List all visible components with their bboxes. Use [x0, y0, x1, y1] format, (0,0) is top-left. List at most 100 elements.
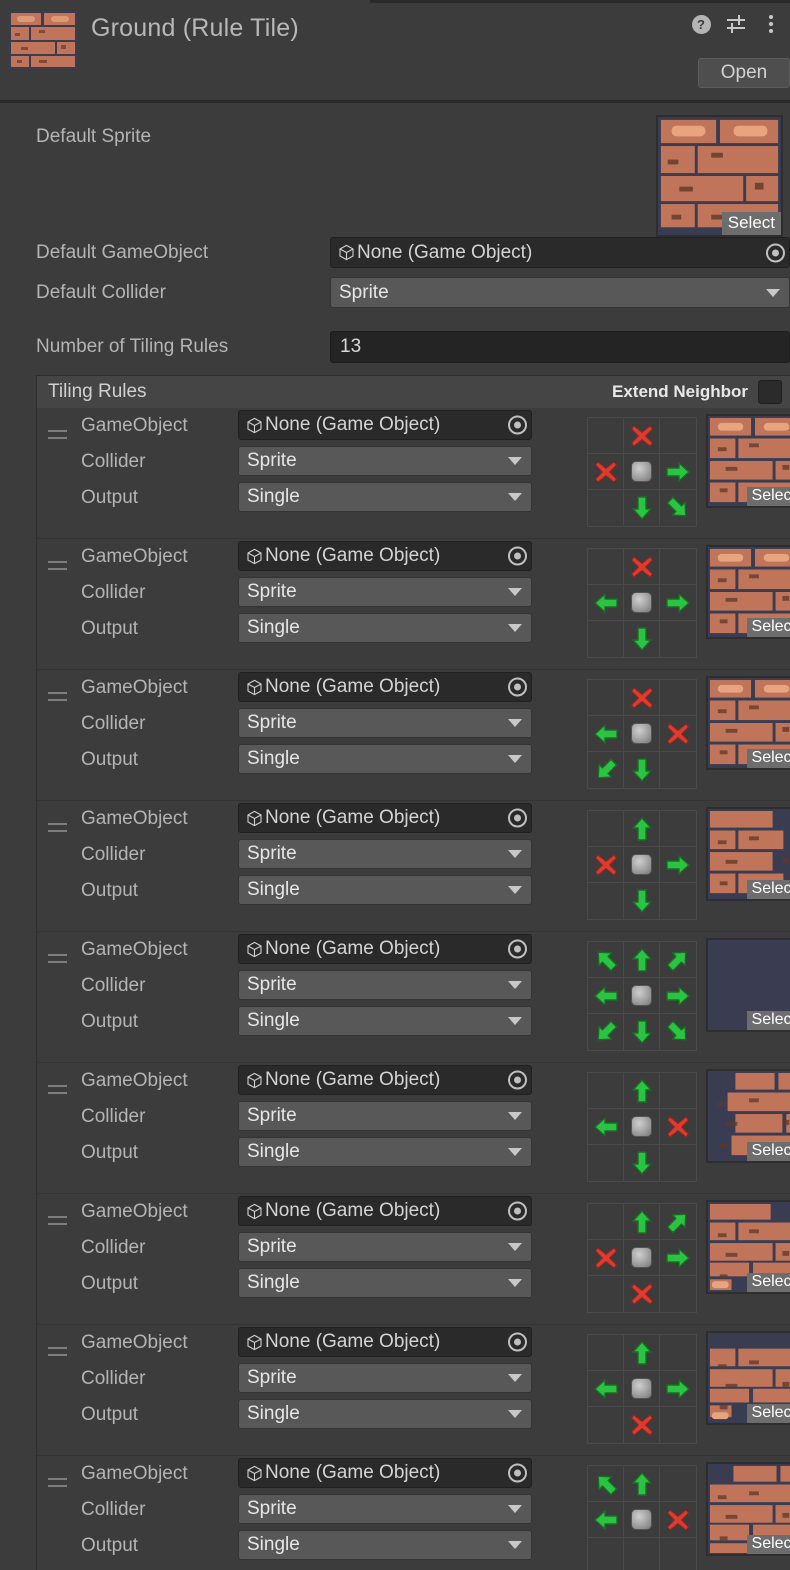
neighbor-cell-down[interactable]: [624, 883, 660, 919]
rule-output-dropdown[interactable]: Single: [238, 1006, 532, 1036]
neighbor-cell-not-this[interactable]: [660, 716, 696, 752]
neighbor-cell-down[interactable]: [624, 1145, 660, 1181]
rule-sprite-preview[interactable]: Select: [706, 807, 790, 901]
rule-collider-dropdown[interactable]: Sprite: [238, 1101, 532, 1131]
rule-collider-dropdown[interactable]: Sprite: [238, 1232, 532, 1262]
object-picker-icon[interactable]: [508, 546, 527, 566]
neighbor-cell-right[interactable]: [660, 1371, 696, 1407]
neighbor-cell-center[interactable]: [624, 585, 660, 621]
object-picker-icon[interactable]: [508, 415, 527, 435]
rule-sprite-select-label[interactable]: Select: [746, 748, 790, 768]
neighbor-cell-up-left[interactable]: [588, 942, 624, 978]
rule-sprite-preview[interactable]: Select: [706, 1462, 790, 1556]
object-picker-icon[interactable]: [508, 1463, 527, 1483]
neighbor-cell-empty[interactable]: [588, 1276, 624, 1312]
neighbor-cell-right[interactable]: [660, 978, 696, 1014]
neighbor-cell-up-right[interactable]: [660, 1204, 696, 1240]
neighbor-cell-up[interactable]: [624, 811, 660, 847]
rule-gameobject-field[interactable]: None (Game Object): [238, 541, 532, 571]
neighbor-cell-left[interactable]: [588, 978, 624, 1014]
rule-sprite-preview[interactable]: Select: [706, 676, 790, 770]
rule-output-dropdown[interactable]: Single: [238, 875, 532, 905]
rule-sprite-select-label[interactable]: Select: [746, 1272, 790, 1292]
rule-sprite-preview[interactable]: Select: [706, 1200, 790, 1294]
neighbor-cell-left[interactable]: [588, 585, 624, 621]
neighbor-cell-center[interactable]: [624, 716, 660, 752]
number-of-tiling-rules-input[interactable]: 13: [330, 331, 790, 363]
rule-output-dropdown[interactable]: Single: [238, 613, 532, 643]
neighbor-cell-empty[interactable]: [660, 1407, 696, 1443]
rule-sprite-preview[interactable]: Select: [706, 545, 790, 639]
neighbor-cell-empty[interactable]: [660, 680, 696, 716]
neighbor-cell-empty[interactable]: [588, 1073, 624, 1109]
rule-gameobject-field[interactable]: None (Game Object): [238, 1327, 532, 1357]
neighbor-cell-empty[interactable]: [588, 811, 624, 847]
preset-sliders-icon[interactable]: [725, 12, 747, 36]
neighbor-cell-empty[interactable]: [660, 1538, 696, 1570]
rule-collider-dropdown[interactable]: Sprite: [238, 1363, 532, 1393]
neighbor-cell-down[interactable]: [624, 1014, 660, 1050]
neighbor-cell-empty[interactable]: [660, 418, 696, 454]
neighbor-cell-down[interactable]: [624, 621, 660, 657]
default-collider-dropdown[interactable]: Sprite: [330, 277, 790, 308]
object-picker-icon[interactable]: [508, 677, 527, 697]
neighbor-cell-up-right[interactable]: [660, 942, 696, 978]
rule-gameobject-field[interactable]: None (Game Object): [238, 1458, 532, 1488]
rule-output-dropdown[interactable]: Single: [238, 1137, 532, 1167]
neighbor-cell-center[interactable]: [624, 1109, 660, 1145]
neighbor-cell-center[interactable]: [624, 1240, 660, 1276]
rule-sprite-preview[interactable]: Select: [706, 414, 790, 508]
neighbor-cell-not-this[interactable]: [588, 1240, 624, 1276]
neighbor-cell-not-this[interactable]: [624, 1276, 660, 1312]
neighbor-cell-up[interactable]: [624, 1073, 660, 1109]
default-gameobject-field[interactable]: None (Game Object): [330, 237, 790, 268]
neighbor-cell-down[interactable]: [624, 490, 660, 526]
neighbor-cell-up[interactable]: [624, 942, 660, 978]
object-picker-icon[interactable]: [508, 808, 527, 828]
rule-sprite-preview[interactable]: Select: [706, 938, 790, 1032]
neighbor-cell-center[interactable]: [624, 978, 660, 1014]
object-picker-icon[interactable]: [766, 243, 785, 262]
neighbor-cell-empty[interactable]: [660, 1145, 696, 1181]
neighbor-cell-right[interactable]: [660, 454, 696, 490]
neighbor-cell-right[interactable]: [660, 1240, 696, 1276]
rule-output-dropdown[interactable]: Single: [238, 482, 532, 512]
neighbor-cell-up[interactable]: [624, 1204, 660, 1240]
neighbor-cell-empty[interactable]: [588, 883, 624, 919]
neighbor-cell-empty[interactable]: [660, 1276, 696, 1312]
neighbor-cell-empty[interactable]: [588, 1538, 624, 1570]
rule-sprite-select-label[interactable]: Select: [746, 1534, 790, 1554]
neighbor-cell-empty[interactable]: [660, 1073, 696, 1109]
rule-sprite-select-label[interactable]: Select: [746, 1403, 790, 1423]
neighbor-cell-center[interactable]: [624, 454, 660, 490]
rule-collider-dropdown[interactable]: Sprite: [238, 708, 532, 738]
neighbor-cell-left[interactable]: [588, 716, 624, 752]
neighbor-cell-empty[interactable]: [624, 1538, 660, 1570]
rule-output-dropdown[interactable]: Single: [238, 744, 532, 774]
neighbor-cell-empty[interactable]: [660, 752, 696, 788]
neighbor-cell-empty[interactable]: [588, 1407, 624, 1443]
neighbor-cell-empty[interactable]: [588, 621, 624, 657]
neighbor-cell-empty[interactable]: [588, 418, 624, 454]
neighbor-cell-up[interactable]: [624, 1335, 660, 1371]
neighbor-cell-left[interactable]: [588, 1502, 624, 1538]
neighbor-cell-empty[interactable]: [588, 1145, 624, 1181]
neighbor-cell-empty[interactable]: [660, 621, 696, 657]
neighbor-cell-center[interactable]: [624, 1371, 660, 1407]
rule-sprite-select-label[interactable]: Select: [746, 617, 790, 637]
object-picker-icon[interactable]: [508, 939, 527, 959]
neighbor-cell-up[interactable]: [624, 1466, 660, 1502]
rule-sprite-select-label[interactable]: Select: [746, 486, 790, 506]
rule-sprite-preview[interactable]: Select: [706, 1331, 790, 1425]
neighbor-cell-down-left[interactable]: [588, 752, 624, 788]
neighbor-cell-down-right[interactable]: [660, 1014, 696, 1050]
help-icon[interactable]: ?: [690, 12, 712, 36]
object-picker-icon[interactable]: [508, 1201, 527, 1221]
neighbor-cell-not-this[interactable]: [624, 549, 660, 585]
neighbor-cell-down-right[interactable]: [660, 490, 696, 526]
rule-gameobject-field[interactable]: None (Game Object): [238, 1196, 532, 1226]
neighbor-cell-empty[interactable]: [660, 883, 696, 919]
rule-collider-dropdown[interactable]: Sprite: [238, 1494, 532, 1524]
rule-output-dropdown[interactable]: Single: [238, 1268, 532, 1298]
rule-output-dropdown[interactable]: Single: [238, 1530, 532, 1560]
